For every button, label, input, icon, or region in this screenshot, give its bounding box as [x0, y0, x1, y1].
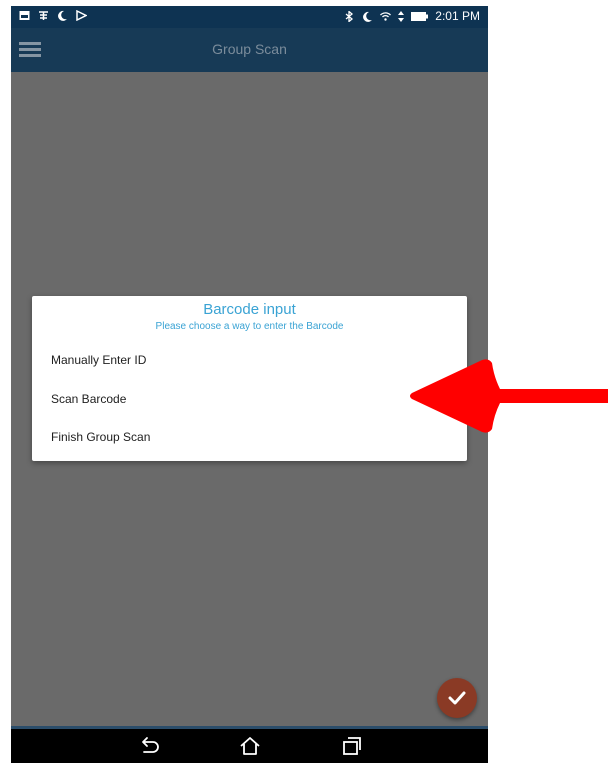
play-store-icon [76, 10, 87, 21]
status-time: 2:01 PM [435, 9, 480, 23]
barcode-input-dialog: Barcode input Please choose a way to ent… [32, 296, 467, 461]
dialog-title: Barcode input [203, 301, 296, 318]
home-icon[interactable] [239, 736, 261, 756]
confirm-fab-button[interactable] [437, 678, 477, 718]
bluetooth-icon [345, 11, 354, 22]
option-manually-enter-id[interactable]: Manually Enter ID [51, 353, 146, 367]
translate-icon [39, 11, 48, 20]
image-icon [19, 11, 30, 20]
back-icon[interactable] [138, 736, 160, 756]
moon-icon [363, 11, 373, 22]
wifi-icon [380, 12, 392, 21]
page-title: Group Scan [212, 41, 287, 57]
status-bar-left [19, 10, 87, 21]
checkmark-icon [448, 691, 466, 705]
recent-apps-icon[interactable] [341, 736, 363, 756]
option-finish-group-scan[interactable]: Finish Group Scan [51, 430, 150, 444]
status-bar: 2:01 PM [11, 6, 488, 28]
dialog-subtitle: Please choose a way to enter the Barcode [155, 321, 344, 332]
status-bar-right: 2:01 PM [344, 10, 480, 23]
data-arrows-icon [398, 11, 405, 22]
red-arrow-icon [410, 359, 608, 433]
battery-icon [411, 12, 429, 21]
navigation-bar [11, 729, 488, 763]
app-bar: Group Scan [11, 28, 488, 72]
option-scan-barcode[interactable]: Scan Barcode [51, 392, 126, 406]
moon-icon [58, 10, 67, 21]
